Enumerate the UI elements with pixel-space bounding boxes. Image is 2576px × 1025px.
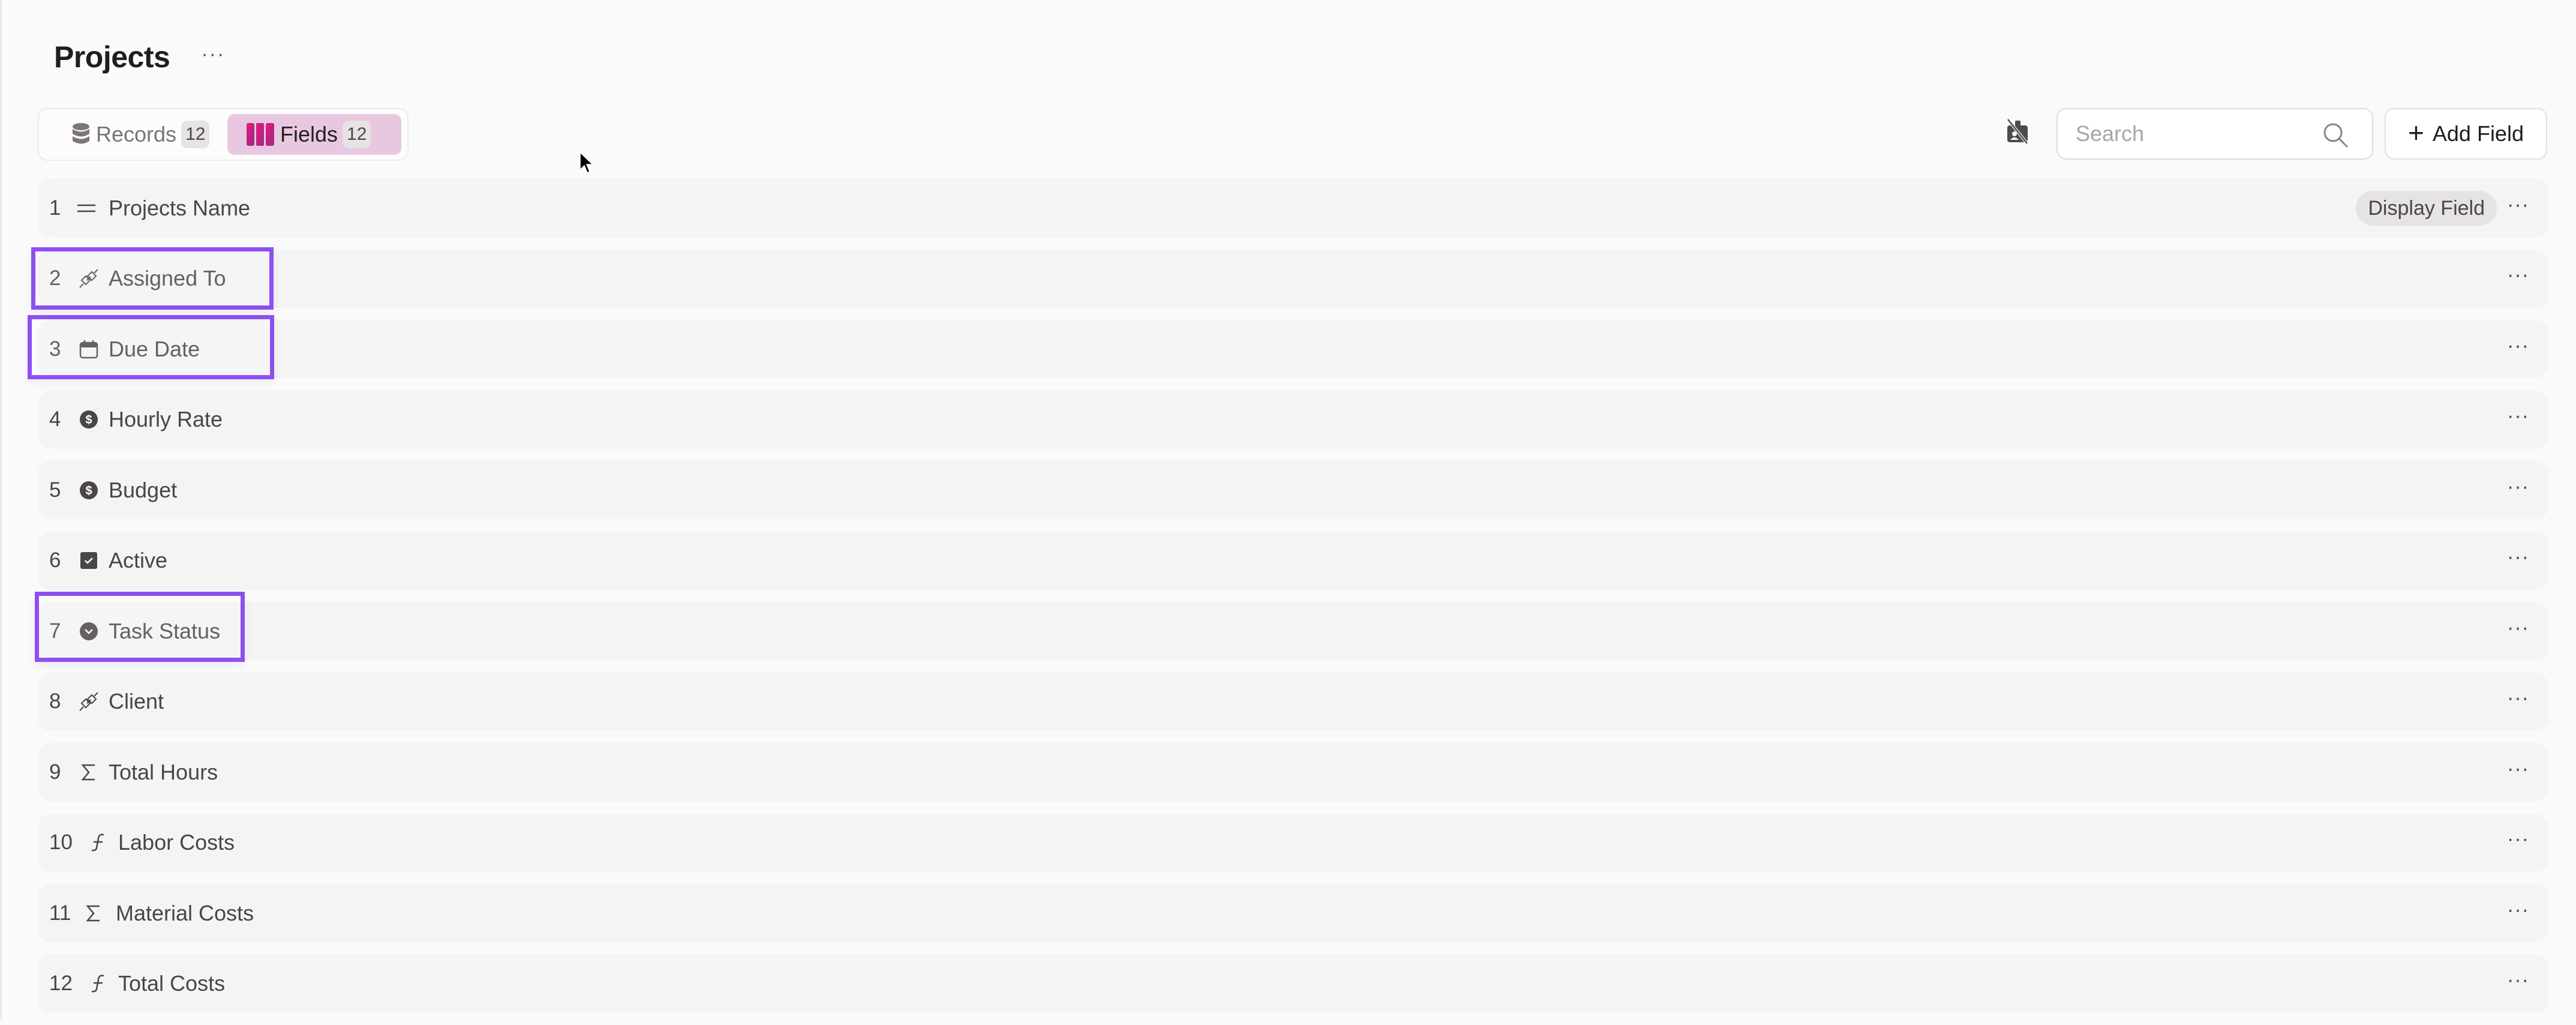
field-index: 9 xyxy=(49,760,61,784)
field-row[interactable]: 2 Assigned To ··· xyxy=(38,249,2548,308)
columns-icon xyxy=(247,123,274,146)
view-tabs: Records 12 Fields 12 xyxy=(38,108,409,161)
search-field xyxy=(2056,108,2373,160)
field-more-button[interactable]: ··· xyxy=(2507,688,2529,708)
database-icon xyxy=(73,123,89,144)
field-row[interactable]: 8 Client ··· xyxy=(38,672,2548,731)
field-more-button[interactable]: ··· xyxy=(2507,759,2529,779)
function-icon xyxy=(88,832,109,853)
field-more-button[interactable]: ··· xyxy=(2507,618,2529,638)
highlight-box-task-status xyxy=(35,592,245,662)
svg-text:$: $ xyxy=(85,413,92,427)
tab-fields-label: Fields xyxy=(280,122,338,146)
table-more-button[interactable]: ··· xyxy=(201,44,225,64)
field-name: Budget xyxy=(109,477,178,502)
field-index: 10 xyxy=(49,831,73,854)
field-row[interactable]: 7 Task Status ··· xyxy=(38,602,2548,660)
field-index: 5 xyxy=(49,478,61,502)
field-index: 1 xyxy=(49,196,61,220)
field-name: Active xyxy=(109,548,168,573)
search-icon[interactable] xyxy=(2322,121,2349,149)
field-row[interactable]: 6 Active ··· xyxy=(38,531,2548,590)
field-index: 4 xyxy=(49,407,61,431)
field-name: Hourly Rate xyxy=(109,407,223,431)
plus-icon: + xyxy=(2408,117,2424,148)
field-name: Total Costs xyxy=(118,971,226,996)
dollar-circle-icon: $ xyxy=(79,409,99,430)
field-more-button[interactable]: ··· xyxy=(2507,194,2529,215)
add-field-button[interactable]: + Add Field xyxy=(2385,108,2547,160)
add-field-label: Add Field xyxy=(2432,121,2524,146)
dollar-circle-icon: $ xyxy=(79,480,99,500)
field-row[interactable]: 10 Labor Costs ··· xyxy=(38,813,2548,872)
field-name: Total Hours xyxy=(109,759,218,784)
field-more-button[interactable]: ··· xyxy=(2507,829,2529,849)
display-field-badge: Display Field xyxy=(2356,190,2497,226)
link-plug-icon xyxy=(79,691,99,712)
records-count-badge: 12 xyxy=(181,121,210,148)
field-row[interactable]: 1 Projects Name Display Field ··· xyxy=(38,179,2548,237)
field-index: 6 xyxy=(49,549,61,572)
field-row[interactable]: 12 Total Costs ··· xyxy=(38,954,2548,1013)
field-index: 12 xyxy=(49,972,73,995)
field-more-button[interactable]: ··· xyxy=(2507,265,2529,285)
highlight-box-due-date xyxy=(28,315,274,379)
field-more-button[interactable]: ··· xyxy=(2507,547,2529,567)
field-more-button[interactable]: ··· xyxy=(2507,406,2529,426)
field-row[interactable]: 3 Due Date ··· xyxy=(38,320,2548,378)
highlight-box-assigned-to xyxy=(31,247,274,310)
field-index: 8 xyxy=(49,690,61,713)
field-more-button[interactable]: ··· xyxy=(2507,476,2529,497)
mouse-cursor-icon xyxy=(580,152,594,174)
function-icon xyxy=(88,973,109,994)
svg-text:$: $ xyxy=(85,484,92,497)
field-more-button[interactable]: ··· xyxy=(2507,900,2529,920)
field-name: Material Costs xyxy=(116,900,254,925)
sigma-icon xyxy=(83,903,104,924)
field-name: Labor Costs xyxy=(118,830,235,855)
field-name: Client xyxy=(109,689,164,714)
field-row[interactable]: 4 $ Hourly Rate ··· xyxy=(38,390,2548,449)
field-name: Projects Name xyxy=(109,195,251,220)
page-header: Projects ··· xyxy=(54,40,225,74)
tab-fields[interactable]: Fields 12 xyxy=(227,114,401,155)
field-row[interactable]: 5 $ Budget ··· xyxy=(38,461,2548,519)
field-row[interactable]: 9 Total Hours ··· xyxy=(38,743,2548,801)
window-edge xyxy=(0,0,2,1020)
hidden-fields-icon[interactable] xyxy=(2005,118,2029,145)
search-input[interactable] xyxy=(2074,121,2329,147)
field-row[interactable]: 11 Material Costs ··· xyxy=(38,884,2548,942)
page-title: Projects xyxy=(54,40,170,74)
tab-records-label: Records xyxy=(96,122,177,146)
sigma-icon xyxy=(79,762,99,783)
text-lines-icon xyxy=(76,198,97,218)
tab-records[interactable]: Records 12 xyxy=(45,114,225,155)
field-more-button[interactable]: ··· xyxy=(2507,335,2529,356)
field-index: 11 xyxy=(49,901,71,925)
fields-list: 1 Projects Name Display Field ··· 2 Assi… xyxy=(38,179,2548,1025)
checkbox-icon xyxy=(79,550,99,571)
field-more-button[interactable]: ··· xyxy=(2507,970,2529,990)
fields-count-badge: 12 xyxy=(343,121,371,148)
